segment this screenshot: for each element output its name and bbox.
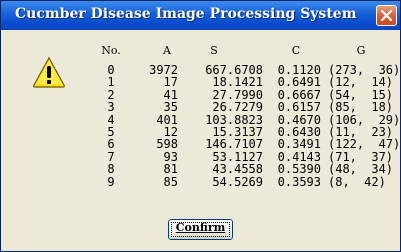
title-bar[interactable]: Cucmber Disease Image Processing System xyxy=(1,1,400,30)
confirm-button[interactable]: Confirm xyxy=(167,218,234,241)
table-cell-g: (71, 37) xyxy=(328,149,394,164)
table-cell-c: 0.3593 xyxy=(277,174,321,189)
table-cell-a: 85 xyxy=(163,174,178,189)
message-dialog: Cucmber Disease Image Processing System … xyxy=(0,0,401,252)
table-cell-no: 4 xyxy=(107,112,115,127)
table-cell-g: (54, 15) xyxy=(328,87,394,102)
table-cell-c: 0.6157 xyxy=(277,100,321,115)
table-cell-no: 9 xyxy=(107,174,115,189)
table-cell-c: 0.6667 xyxy=(277,87,321,102)
table-cell-s: 54.5269 xyxy=(212,174,263,189)
table-cell-g: (11, 23) xyxy=(328,125,394,139)
table-cell-no: 6 xyxy=(107,137,115,152)
table-cell-g: (122, 47) xyxy=(328,137,401,152)
table-cell-no: 2 xyxy=(107,87,115,102)
table-cell-c: 0.5390 xyxy=(277,162,321,177)
table-cell-g: (106, 29) xyxy=(328,112,401,127)
table-cell-c: 0.4143 xyxy=(277,149,321,164)
table-cell-no: 0 xyxy=(107,63,115,77)
confirm-button-label: Confirm xyxy=(175,221,226,234)
table-cell-g: (12, 14) xyxy=(328,75,394,90)
table-cell-a: 35 xyxy=(163,100,178,115)
table-cell-a: 17 xyxy=(163,75,178,90)
table-cell-c: 0.3491 xyxy=(277,137,321,152)
table-cell-c: 0.6430 xyxy=(277,125,321,139)
table-cell-no: 7 xyxy=(107,149,115,164)
window-title: Cucmber Disease Image Processing System xyxy=(15,6,357,22)
table-cell-g: (48, 34) xyxy=(328,162,394,177)
table-cell-s: 146.7107 xyxy=(205,137,263,152)
table-cell-no: 3 xyxy=(107,100,115,115)
table-cell-g: (8, 42) xyxy=(328,174,386,189)
table-cell-g: (85, 18) xyxy=(328,100,394,115)
table-cell-a: 93 xyxy=(163,149,178,164)
close-button[interactable] xyxy=(376,5,397,26)
table-cell-s: 103.8823 xyxy=(205,112,263,127)
table-cell-s: 26.7279 xyxy=(212,100,263,115)
table-cell-c: 0.1120 xyxy=(277,63,321,77)
column-header-a: A xyxy=(163,44,171,57)
table-cell-a: 598 xyxy=(156,137,178,152)
table-cell-s: 667.6708 xyxy=(205,63,263,77)
table-cell-a: 3972 xyxy=(149,63,178,77)
column-header-c: C xyxy=(291,44,301,57)
table-cell-g: (273, 36) xyxy=(328,63,401,77)
table-cell-s: 53.1127 xyxy=(212,149,263,164)
table-cell-s: 27.7990 xyxy=(212,87,263,102)
table-cell-s: 43.4558 xyxy=(212,162,263,177)
table-cell-no: 1 xyxy=(107,75,115,90)
column-header-no: No. xyxy=(101,44,121,57)
column-header-g: G xyxy=(356,44,366,57)
warning-icon xyxy=(33,56,65,88)
table-cell-a: 401 xyxy=(156,112,178,127)
table-cell-no: 8 xyxy=(107,162,115,177)
table-cell-s: 18.1421 xyxy=(212,75,263,90)
table-cell-s: 15.3137 xyxy=(212,125,263,139)
column-header-s: S xyxy=(210,44,218,57)
close-icon xyxy=(381,10,392,21)
table-cell-c: 0.6491 xyxy=(277,75,321,90)
table-cell-no: 5 xyxy=(107,125,115,139)
table-cell-c: 0.4670 xyxy=(277,112,321,127)
table-cell-a: 12 xyxy=(163,125,178,139)
table-cell-a: 41 xyxy=(163,87,178,102)
table-cell-a: 81 xyxy=(163,162,178,177)
